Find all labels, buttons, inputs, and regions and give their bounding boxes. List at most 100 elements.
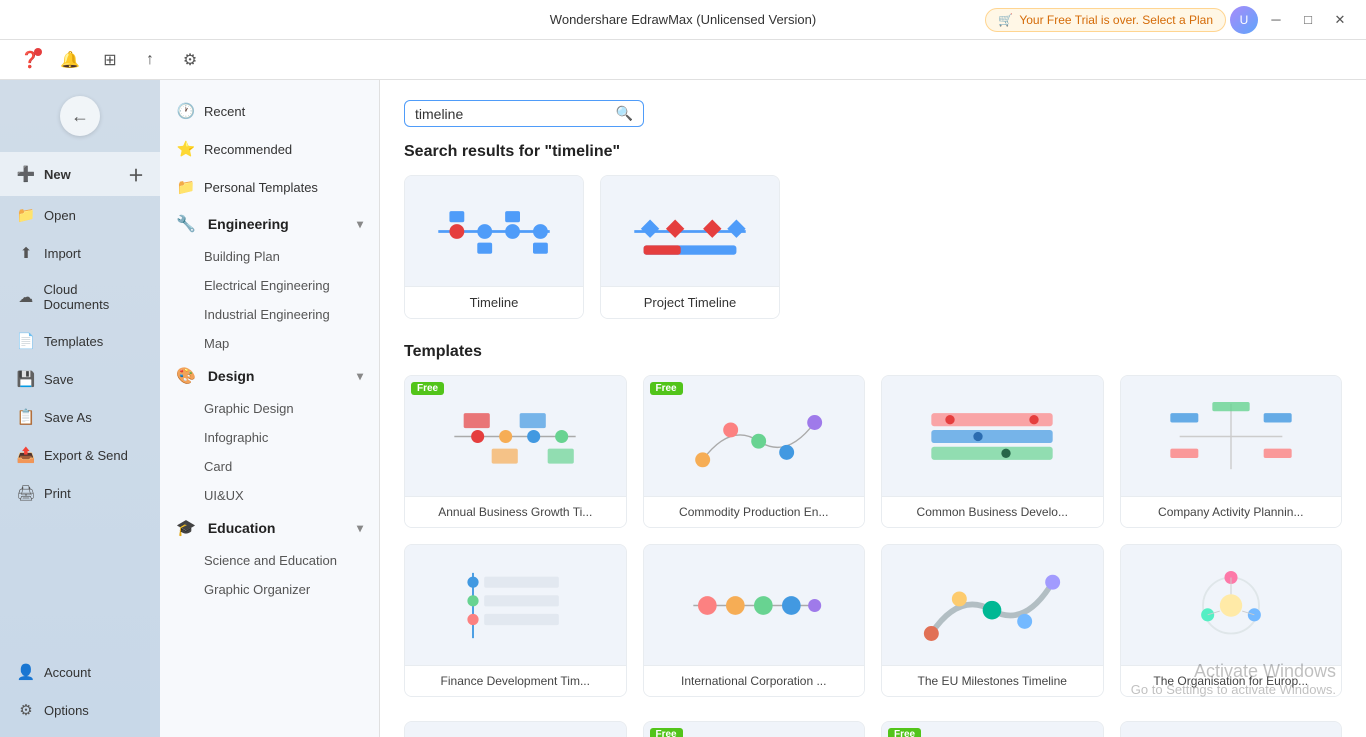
import-icon: ⬆	[16, 244, 36, 262]
templates-section-title: Templates	[404, 343, 1342, 361]
mid-graphic-design[interactable]: Graphic Design	[160, 394, 379, 423]
template-annual-business[interactable]: Free Annual Business Growth Ti...	[404, 375, 627, 528]
mid-recommended-label: Recommended	[204, 142, 292, 157]
sidebar-label-account: Account	[44, 665, 91, 680]
notification-badge	[34, 48, 42, 56]
mid-recommended[interactable]: ⭐ Recommended	[160, 130, 379, 168]
search-result-timeline-img	[405, 176, 583, 286]
template-eu-milestones[interactable]: The EU Milestones Timeline	[881, 544, 1104, 697]
template-bottom4[interactable]: Business Timeline...	[1120, 721, 1343, 737]
mid-recent[interactable]: 🕐 Recent	[160, 92, 379, 130]
free-badge-commodity: Free	[650, 382, 683, 395]
mid-map[interactable]: Map	[160, 329, 379, 358]
left-sidebar: ← ➕ New ＋ 📁 Open ⬆ Import ☁ Cloud Docume…	[0, 80, 160, 737]
mid-personal[interactable]: 📁 Personal Templates	[160, 168, 379, 206]
trial-badge[interactable]: 🛒 Your Free Trial is over. Select a Plan	[985, 8, 1226, 32]
mid-card[interactable]: Card	[160, 452, 379, 481]
sidebar-item-saveas[interactable]: 📋 Save As	[0, 398, 160, 436]
maximize-button[interactable]: □	[1294, 6, 1322, 34]
app-title: Wondershare EdrawMax (Unlicensed Version…	[550, 12, 816, 27]
bottom-templates-grid: Travel Industry Timeline... Free Enginee…	[404, 721, 1342, 737]
sidebar-item-export[interactable]: 📤 Export & Send	[0, 436, 160, 474]
design-chevron: ▾	[357, 369, 363, 383]
minimize-button[interactable]: ─	[1262, 6, 1290, 34]
recommended-icon: ⭐	[176, 140, 196, 158]
close-button[interactable]: ✕	[1326, 6, 1354, 34]
template-finance[interactable]: Finance Development Tim...	[404, 544, 627, 697]
search-results-title: Search results for "timeline"	[404, 143, 1342, 161]
template-travel[interactable]: Travel Industry Timeline...	[404, 721, 627, 737]
trial-text: Your Free Trial is over. Select a Plan	[1019, 13, 1213, 27]
share-icon[interactable]: ↑	[136, 46, 164, 74]
search-result-timeline[interactable]: Timeline	[404, 175, 584, 319]
settings-icon[interactable]: ⚙	[176, 46, 204, 74]
mid-design-header[interactable]: 🎨 Design ▾	[160, 358, 379, 394]
sidebar-item-save[interactable]: 💾 Save	[0, 360, 160, 398]
design-label: Design	[208, 368, 255, 384]
template-company-label: Company Activity Plannin...	[1121, 496, 1342, 527]
sidebar-label-save: Save	[44, 372, 74, 387]
search-bar: 🔍	[404, 100, 644, 127]
sidebar-label-cloud: Cloud Documents	[43, 282, 144, 312]
template-bottom3-img: Free	[882, 722, 1103, 737]
bell-icon[interactable]: 🔔	[56, 46, 84, 74]
export-icon: 📤	[16, 446, 36, 464]
templates-grid: Free Annual Business Growth Ti...	[404, 375, 1342, 697]
template-bottom2-img: Free	[644, 722, 865, 737]
sidebar-item-account[interactable]: 👤 Account	[0, 653, 160, 691]
template-company-activity[interactable]: Company Activity Plannin...	[1120, 375, 1343, 528]
search-result-project-timeline[interactable]: Project Timeline	[600, 175, 780, 319]
template-annual-label: Annual Business Growth Ti...	[405, 496, 626, 527]
save-icon: 💾	[16, 370, 36, 388]
engineering-label: Engineering	[208, 216, 289, 232]
sidebar-item-options[interactable]: ⚙ Options	[0, 691, 160, 729]
mid-engineering-header[interactable]: 🔧 Engineering ▾	[160, 206, 379, 242]
free-badge-bottom3: Free	[888, 728, 921, 737]
template-commodity-img: Free	[644, 376, 865, 496]
mid-building-plan[interactable]: Building Plan	[160, 242, 379, 271]
help-icon[interactable]: ❓	[16, 46, 44, 74]
grid-icon[interactable]: ⊞	[96, 46, 124, 74]
template-bottom3[interactable]: Free Education Timeline...	[881, 721, 1104, 737]
education-label: Education	[208, 520, 276, 536]
sidebar-item-open[interactable]: 📁 Open	[0, 196, 160, 234]
sidebar-item-print[interactable]: 🖨 Print	[0, 474, 160, 512]
sidebar-item-import[interactable]: ⬆ Import	[0, 234, 160, 272]
cart-icon: 🛒	[998, 13, 1013, 27]
search-input[interactable]	[415, 106, 616, 122]
sidebar-item-new[interactable]: ➕ New ＋	[0, 152, 160, 196]
mid-science-edu[interactable]: Science and Education	[160, 546, 379, 575]
sidebar-label-templates: Templates	[44, 334, 103, 349]
template-international[interactable]: International Corporation ...	[643, 544, 866, 697]
open-icon: 📁	[16, 206, 36, 224]
template-organisation-label: The Organisation for Europ...	[1121, 665, 1342, 696]
search-results-grid: Timeline Proj	[404, 175, 1342, 319]
mid-personal-label: Personal Templates	[204, 180, 318, 195]
sidebar-label-export: Export & Send	[44, 448, 128, 463]
template-commodity[interactable]: Free Commodity Production En...	[643, 375, 866, 528]
mid-ui-ux[interactable]: UI&UX	[160, 481, 379, 510]
back-button[interactable]: ←	[60, 96, 100, 136]
mid-industrial-eng[interactable]: Industrial Engineering	[160, 300, 379, 329]
template-bottom2[interactable]: Free Engineering Timeline...	[643, 721, 866, 737]
avatar[interactable]: U	[1230, 6, 1258, 34]
template-international-label: International Corporation ...	[644, 665, 865, 696]
template-eu-milestones-img	[882, 545, 1103, 665]
sidebar-item-templates[interactable]: 📄 Templates	[0, 322, 160, 360]
sidebar-label-saveas: Save As	[44, 410, 92, 425]
mid-education-header[interactable]: 🎓 Education ▾	[160, 510, 379, 546]
cloud-icon: ☁	[16, 288, 35, 306]
mid-infographic[interactable]: Infographic	[160, 423, 379, 452]
titlebar: Wondershare EdrawMax (Unlicensed Version…	[0, 0, 1366, 40]
sidebar-item-cloud[interactable]: ☁ Cloud Documents	[0, 272, 160, 322]
search-result-project-timeline-img	[601, 176, 779, 286]
mid-electrical-eng[interactable]: Electrical Engineering	[160, 271, 379, 300]
sidebar-label-open: Open	[44, 208, 76, 223]
template-organisation[interactable]: The Organisation for Europ...	[1120, 544, 1343, 697]
new-icon: ➕	[16, 165, 36, 183]
mid-graphic-organizer[interactable]: Graphic Organizer	[160, 575, 379, 604]
template-common-business[interactable]: Common Business Develo...	[881, 375, 1104, 528]
main-layout: ← ➕ New ＋ 📁 Open ⬆ Import ☁ Cloud Docume…	[0, 80, 1366, 737]
template-travel-img	[405, 722, 626, 737]
design-icon: 🎨	[176, 368, 196, 385]
